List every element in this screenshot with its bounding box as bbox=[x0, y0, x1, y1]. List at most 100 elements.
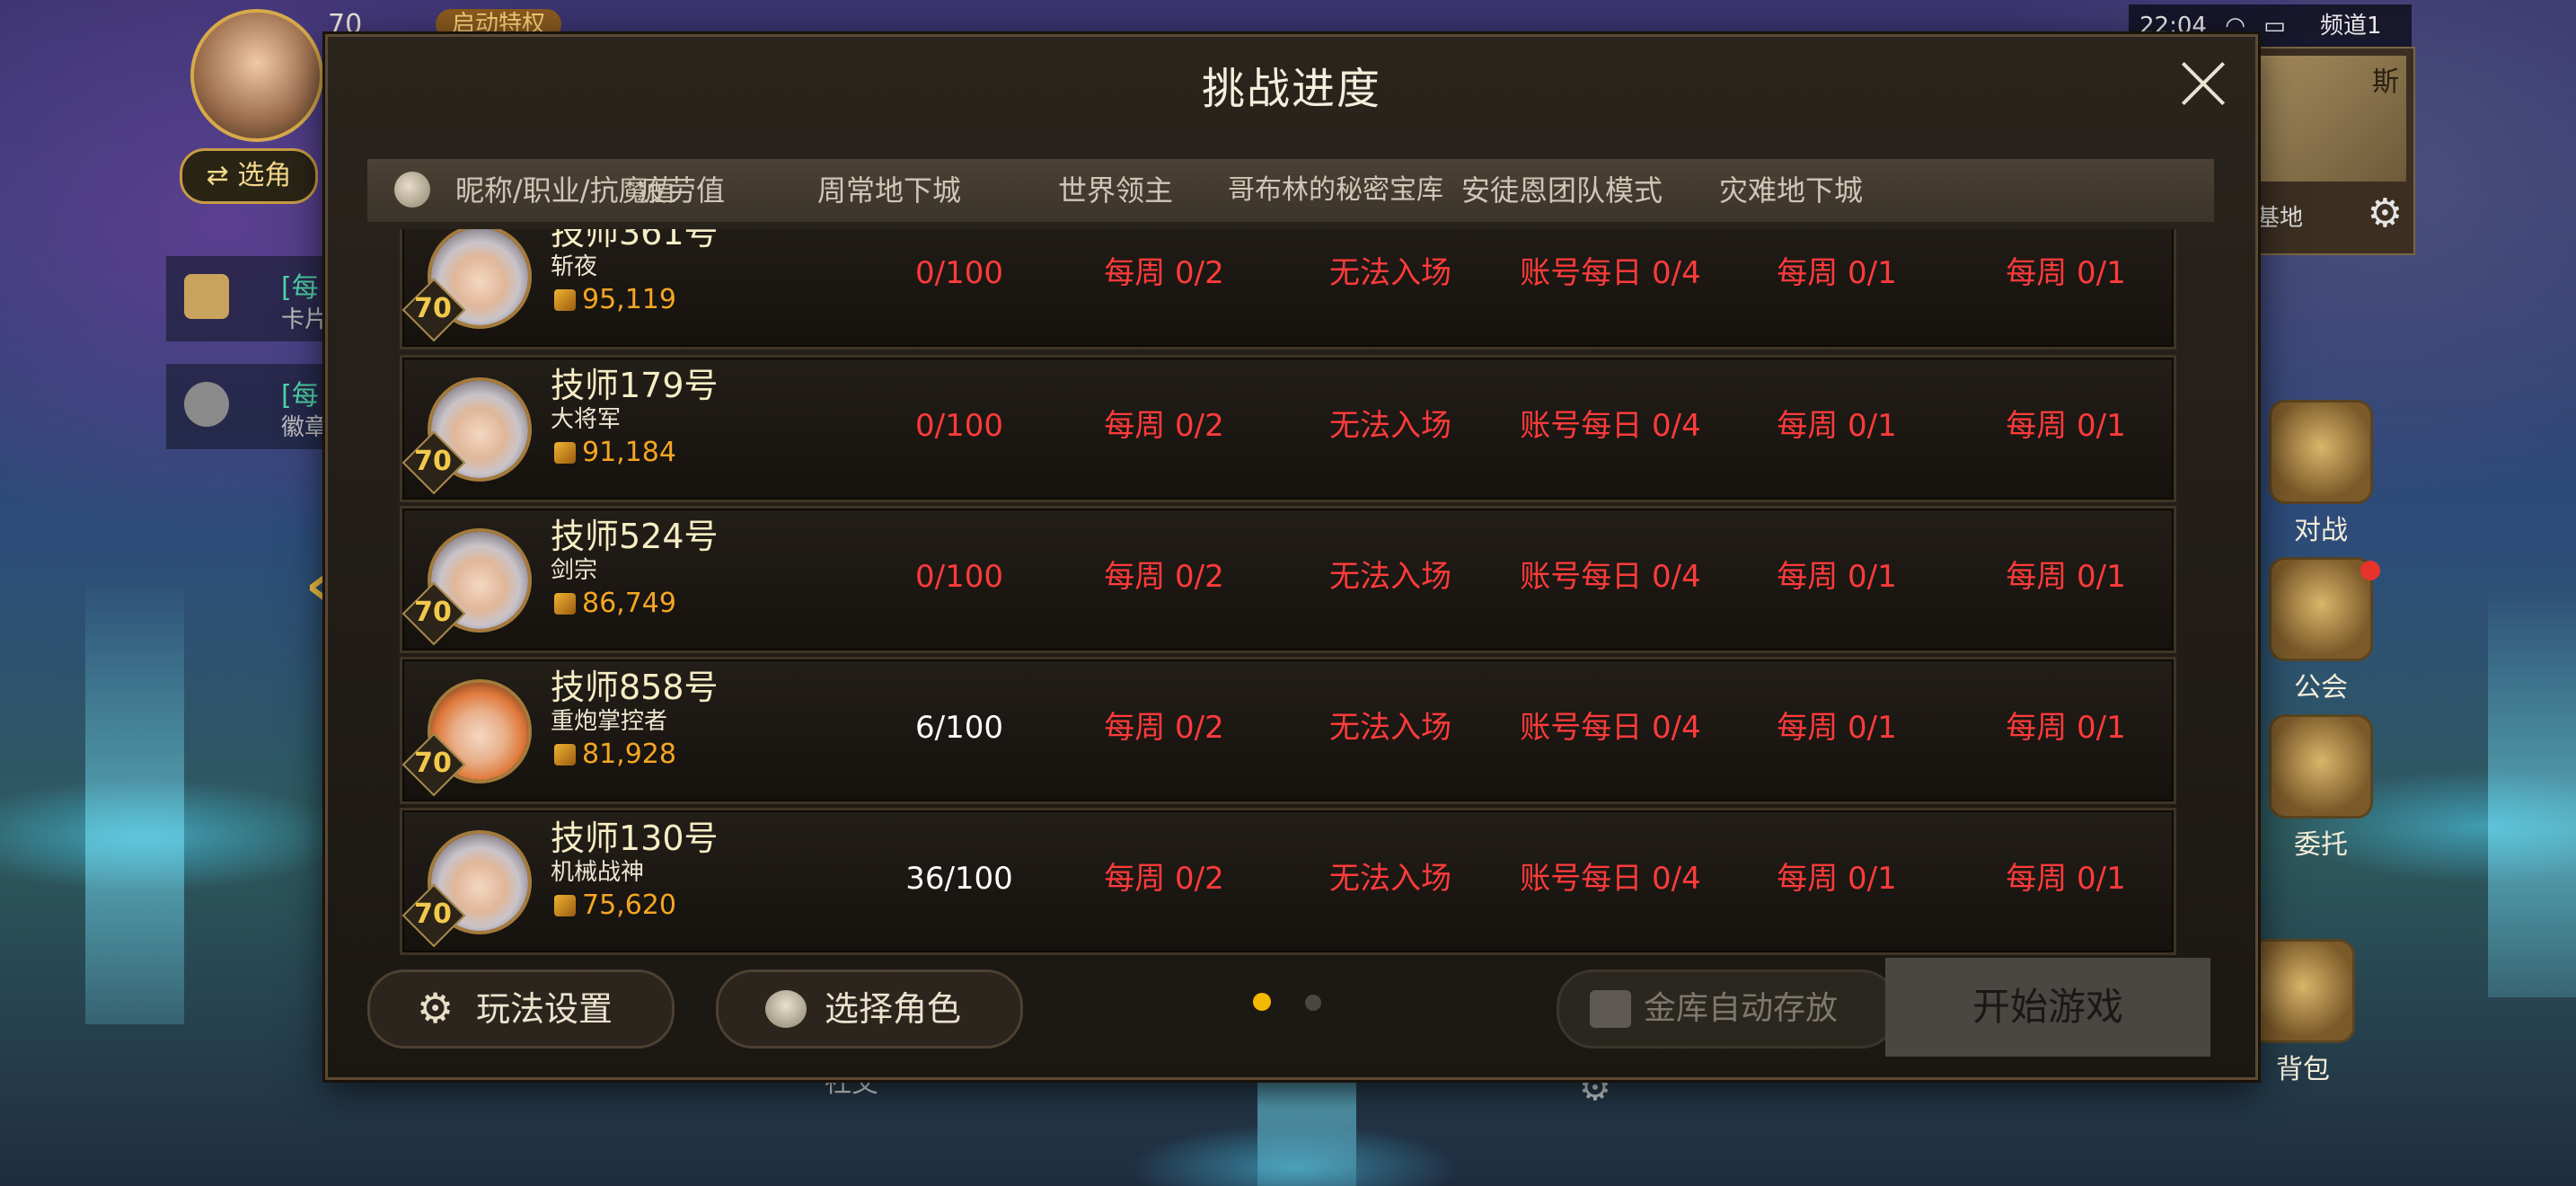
character-head-icon bbox=[394, 172, 430, 208]
fatigue-value: 36/100 bbox=[905, 861, 1013, 897]
col-header-anton-raid: 安徒恩团队模式 bbox=[1460, 173, 1663, 208]
inventory-button[interactable]: 背包 bbox=[2240, 939, 2366, 1086]
inventory-label: 背包 bbox=[2276, 1054, 2330, 1085]
character-name: 技师179号 bbox=[551, 366, 719, 405]
level-text: 70 bbox=[414, 293, 452, 324]
world-boss-value: 无法入场 bbox=[1329, 710, 1451, 746]
vault-auto-store-button[interactable]: 金库自动存放 bbox=[1557, 969, 1898, 1049]
weekly-dungeon-value: 每周 0/2 bbox=[1104, 408, 1224, 444]
weekly-dungeon-value: 每周 0/2 bbox=[1104, 710, 1224, 746]
goblin-vault-value: 账号每日 0/4 bbox=[1520, 861, 1701, 897]
play-settings-label: 玩法设置 bbox=[476, 989, 613, 1029]
col-header-world-boss: 世界领主 bbox=[1057, 173, 1173, 208]
anton-raid-value: 每周 0/1 bbox=[1777, 559, 1897, 595]
world-boss-value: 无法入场 bbox=[1329, 255, 1451, 291]
anton-raid-value: 每周 0/1 bbox=[1777, 861, 1897, 897]
level-text: 70 bbox=[414, 597, 452, 628]
table-row[interactable]: 70 技师179号 大将军 91,184 0/100 每周 0/2 无法入场 账… bbox=[400, 355, 2176, 502]
disaster-dungeon-value: 每周 0/1 bbox=[2006, 255, 2126, 291]
disaster-dungeon-value: 每周 0/1 bbox=[2006, 559, 2126, 595]
character-class: 大将军 bbox=[551, 406, 622, 433]
table-row[interactable]: 70 技师858号 重炮掌控者 81,928 6/100 每周 0/2 无法入场… bbox=[400, 657, 2176, 804]
power-icon bbox=[554, 442, 576, 464]
world-boss-value: 无法入场 bbox=[1329, 408, 1451, 444]
disaster-dungeon-value: 每周 0/1 bbox=[2006, 861, 2126, 897]
table-row[interactable]: 70 技师524号 剑宗 86,749 0/100 每周 0/2 无法入场 账号… bbox=[400, 506, 2176, 653]
battle-button[interactable]: 对战 bbox=[2258, 400, 2384, 547]
world-boss-value: 无法入场 bbox=[1329, 861, 1451, 897]
anti-magic-value: 91,184 bbox=[582, 437, 676, 468]
fatigue-value: 0/100 bbox=[915, 255, 1003, 291]
minimap[interactable]: 斯 基地 ⚙ bbox=[2245, 47, 2415, 255]
gear-icon: ⚙ bbox=[417, 984, 454, 1032]
battery-icon: ▭ bbox=[2263, 13, 2286, 40]
notice-board-icon bbox=[2269, 714, 2373, 819]
play-settings-button[interactable]: ⚙ 玩法设置 bbox=[367, 969, 675, 1049]
select-character-button[interactable]: 选择角色 bbox=[716, 969, 1023, 1049]
scroll-icon bbox=[184, 274, 229, 319]
guild-shield-icon bbox=[2269, 557, 2373, 661]
character-class: 机械战神 bbox=[551, 859, 645, 886]
challenge-progress-dialog: 挑战进度 昵称/职业/抗魔值 疲劳值 周常地下城 世界领主 哥布林的秘密宝库 安… bbox=[325, 34, 2258, 1080]
character-class: 剑宗 bbox=[551, 557, 598, 584]
table-row[interactable]: 70 技师361号 斩夜 95,119 0/100 每周 0/2 无法入场 账号… bbox=[400, 229, 2176, 350]
level-text: 70 bbox=[414, 446, 452, 477]
fatigue-value: 6/100 bbox=[915, 710, 1003, 746]
side-task-2[interactable]: [每 徽章 bbox=[166, 364, 337, 449]
switch-character-button[interactable]: ⇄ 选角 bbox=[180, 148, 318, 204]
gear-icon[interactable]: ⚙ bbox=[2368, 190, 2403, 236]
goblin-vault-value: 账号每日 0/4 bbox=[1520, 710, 1701, 746]
select-character-label: 选择角色 bbox=[825, 989, 962, 1029]
battle-label: 对战 bbox=[2294, 515, 2348, 546]
anton-raid-value: 每周 0/1 bbox=[1777, 255, 1897, 291]
close-icon[interactable] bbox=[2176, 57, 2230, 111]
anti-magic-value: 81,928 bbox=[582, 739, 676, 770]
character-list[interactable]: 70 技师361号 斩夜 95,119 0/100 每周 0/2 无法入场 账号… bbox=[400, 229, 2178, 973]
power-icon bbox=[554, 744, 576, 766]
anton-raid-value: 每周 0/1 bbox=[1777, 408, 1897, 444]
character-name: 技师130号 bbox=[551, 819, 719, 858]
fatigue-value: 0/100 bbox=[915, 408, 1003, 444]
channel-label: 频道1 bbox=[2320, 13, 2382, 40]
col-header-goblin-vault: 哥布林的秘密宝库 bbox=[1228, 174, 1443, 206]
guild-label: 公会 bbox=[2294, 672, 2348, 704]
side-task-sub: 徽章 bbox=[281, 414, 329, 441]
col-header-disaster-dungeon: 灾难地下城 bbox=[1718, 173, 1863, 208]
vault-auto-store-label: 金库自动存放 bbox=[1644, 990, 1839, 1027]
guild-notification-dot bbox=[2360, 561, 2380, 580]
col-header-weekly-dungeon: 周常地下城 bbox=[816, 173, 961, 208]
character-class: 斩夜 bbox=[551, 253, 598, 280]
power-icon bbox=[554, 895, 576, 916]
dialog-title: 挑战进度 bbox=[1201, 64, 1381, 114]
vault-icon bbox=[1590, 990, 1631, 1028]
commission-button[interactable]: 委托 bbox=[2258, 714, 2384, 862]
minimap-view[interactable]: 斯 bbox=[2254, 56, 2406, 181]
table-header: 昵称/职业/抗魔值 疲劳值 周常地下城 世界领主 哥布林的秘密宝库 安徒恩团队模… bbox=[367, 159, 2214, 222]
start-game-button[interactable]: 开始游戏 bbox=[1885, 958, 2210, 1057]
people-icon bbox=[184, 382, 229, 427]
character-icon bbox=[765, 990, 807, 1028]
power-icon bbox=[554, 593, 576, 615]
page-indicator-active[interactable] bbox=[1253, 993, 1271, 1011]
weekly-dungeon-value: 每周 0/2 bbox=[1104, 861, 1224, 897]
page-indicator[interactable] bbox=[1305, 995, 1321, 1011]
commission-label: 委托 bbox=[2294, 829, 2348, 861]
anti-magic-value: 75,620 bbox=[582, 890, 676, 921]
goblin-vault-value: 账号每日 0/4 bbox=[1520, 408, 1701, 444]
level-text: 70 bbox=[414, 748, 452, 779]
character-class: 重炮掌控者 bbox=[551, 708, 668, 735]
crossed-swords-icon bbox=[2269, 400, 2373, 504]
weekly-dungeon-value: 每周 0/2 bbox=[1104, 559, 1224, 595]
character-name: 技师524号 bbox=[551, 517, 719, 556]
side-task-1[interactable]: [每 卡片 bbox=[166, 256, 337, 341]
table-row[interactable]: 70 技师130号 机械战神 75,620 36/100 每周 0/2 无法入场… bbox=[400, 808, 2176, 955]
disaster-dungeon-value: 每周 0/1 bbox=[2006, 408, 2126, 444]
disaster-dungeon-value: 每周 0/1 bbox=[2006, 710, 2126, 746]
anton-raid-value: 每周 0/1 bbox=[1777, 710, 1897, 746]
bag-icon bbox=[2251, 939, 2355, 1043]
world-boss-value: 无法入场 bbox=[1329, 559, 1451, 595]
side-task-title: [每 bbox=[281, 380, 319, 412]
fatigue-value: 0/100 bbox=[915, 559, 1003, 595]
player-avatar[interactable] bbox=[190, 9, 323, 142]
goblin-vault-value: 账号每日 0/4 bbox=[1520, 559, 1701, 595]
